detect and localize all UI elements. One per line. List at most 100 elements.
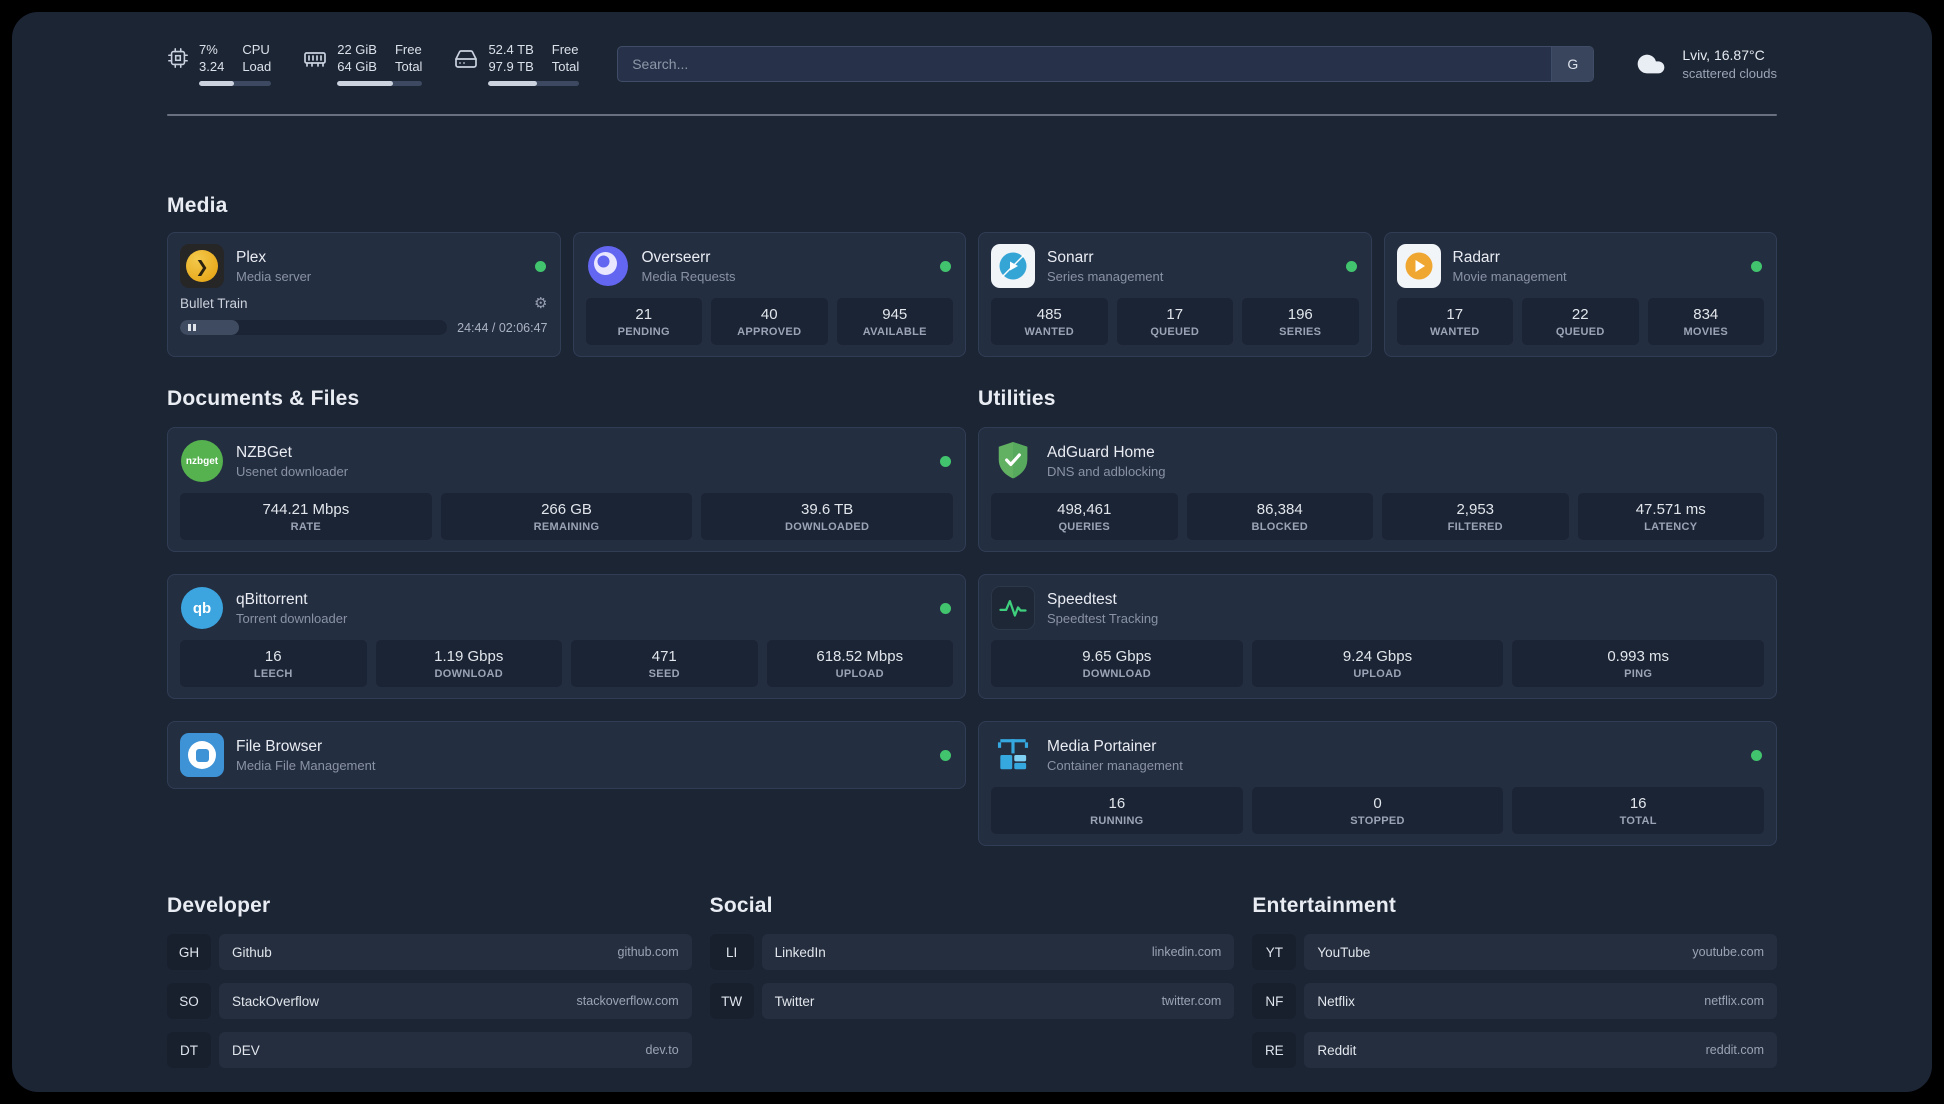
service-name: Radarr [1452, 248, 1500, 266]
search-provider-button[interactable]: G [1551, 47, 1594, 81]
section-media: Media ❯ Plex Media server Bullet Train ⚙… [167, 194, 1777, 357]
now-playing-widget: Bullet Train ⚙ 24:44 / 02:06:47 [180, 296, 548, 335]
radarr-icon [1396, 244, 1441, 288]
qbittorrent-icon: qb [180, 586, 224, 630]
service-description: Torrent downloader [236, 610, 348, 626]
stat-label: UPLOAD [835, 668, 884, 680]
stat-label: WANTED [1024, 326, 1074, 338]
stat-value: 16 [1108, 795, 1126, 812]
stat-value: 16 [264, 648, 282, 665]
stat-download: 9.65 Gbps DOWNLOAD [991, 640, 1243, 687]
cpu-usage: 7% [199, 41, 218, 57]
stat-label: DOWNLOADED [785, 521, 870, 533]
service-description: Speedtest Tracking [1047, 610, 1159, 626]
service-card-sonarr[interactable]: Sonarr Series management 485 WANTED 17 Q… [978, 232, 1372, 357]
stat-upload: 618.52 Mbps UPLOAD [766, 640, 953, 687]
service-card-overseerr[interactable]: Overseerr Media Requests 21 PENDING 40 A… [572, 232, 966, 357]
memory-free: 22 GiB [337, 41, 377, 57]
stat-series: 196 SERIES [1242, 298, 1359, 345]
service-card-radarr[interactable]: Radarr Movie management 17 WANTED 22 QUE… [1383, 232, 1777, 357]
stat-label: SEED [648, 668, 680, 680]
service-card-plex[interactable]: ❯ Plex Media server Bullet Train ⚙ 24:44… [167, 232, 561, 357]
service-description: Media server [236, 268, 312, 284]
bookmark-stackoverflow[interactable]: SO StackOverflow stackoverflow.com [167, 983, 692, 1019]
bookmark-netflix[interactable]: NF Netflix netflix.com [1252, 983, 1777, 1019]
stat-value: 471 [651, 648, 677, 665]
bookmark-abbr: LI [709, 934, 754, 970]
service-description: DNS and adblocking [1047, 463, 1166, 479]
stat-queued: 17 QUEUED [1116, 298, 1233, 345]
stat-blocked: 86,384 BLOCKED [1186, 493, 1373, 540]
stat-queued: 22 QUEUED [1522, 298, 1639, 345]
stat-label: WANTED [1430, 326, 1480, 338]
cpu-label-top: CPU [242, 41, 270, 57]
stat-seed: 471 SEED [571, 640, 758, 687]
search-input[interactable] [618, 47, 1552, 81]
bookmark-domain: reddit.com [1705, 1043, 1764, 1057]
weather-widget: Lviv, 16.87°C scattered clouds [1632, 46, 1777, 82]
bookmark-linkedin[interactable]: LI LinkedIn linkedin.com [709, 934, 1235, 970]
bookmark-domain: github.com [617, 945, 679, 959]
status-dot [940, 602, 951, 614]
pause-icon[interactable] [188, 324, 191, 331]
cloud-icon [1632, 48, 1670, 80]
bookmark-domain: stackoverflow.com [576, 994, 679, 1008]
bookmark-name: YouTube [1317, 944, 1371, 960]
bookmark-dev[interactable]: DT DEV dev.to [167, 1032, 692, 1068]
service-name: NZBGet [236, 443, 292, 461]
stat-label: DOWNLOAD [1082, 668, 1152, 680]
stat-label: AVAILABLE [862, 326, 927, 338]
service-card-adguard[interactable]: AdGuard Home DNS and adblocking 498,461 … [978, 427, 1777, 552]
bookmark-reddit[interactable]: RE Reddit reddit.com [1252, 1032, 1777, 1068]
service-card-portainer[interactable]: Media Portainer Container management 16 … [978, 721, 1777, 846]
stat-label: REMAINING [533, 521, 600, 533]
stat-value: 1.19 Gbps [434, 648, 504, 665]
stat-value: 86,384 [1256, 501, 1303, 518]
service-card-speedtest[interactable]: Speedtest Speedtest Tracking 9.65 Gbps D… [978, 574, 1777, 699]
bookmark-youtube[interactable]: YT YouTube youtube.com [1252, 934, 1777, 970]
section-title-entertainment: Entertainment [1252, 894, 1397, 917]
stat-rate: 744.21 Mbps RATE [180, 493, 432, 540]
service-name: qBittorrent [236, 590, 308, 608]
stat-filtered: 2,953 FILTERED [1382, 493, 1569, 540]
bookmarks-developer: Developer GH Github github.com SO StackO… [167, 894, 692, 1068]
disk-free: 52.4 TB [488, 41, 534, 57]
service-name: Plex [236, 248, 267, 266]
section-title-utilities: Utilities [978, 387, 1056, 410]
stat-label: LATENCY [1644, 521, 1698, 533]
service-description: Media Requests [641, 268, 736, 284]
stat-latency: 47.571 ms LATENCY [1577, 493, 1764, 540]
stat-value: 17 [1166, 306, 1184, 323]
stat-label: QUEUED [1150, 326, 1200, 338]
bookmark-name: DEV [232, 1042, 260, 1058]
stat-label: DOWNLOAD [434, 668, 503, 680]
service-card-filebrowser[interactable]: File Browser Media File Management [167, 721, 966, 789]
stat-value: 21 [635, 306, 653, 323]
playback-progress-bar[interactable] [180, 320, 448, 335]
service-card-nzbget[interactable]: nzbget NZBGet Usenet downloader 744.21 M… [167, 427, 966, 552]
service-card-qbittorrent[interactable]: qb qBittorrent Torrent downloader 16 LEE… [167, 574, 966, 699]
gear-icon[interactable]: ⚙ [534, 296, 547, 311]
status-dot [940, 749, 951, 761]
stat-label: UPLOAD [1353, 668, 1402, 680]
bookmark-twitter[interactable]: TW Twitter twitter.com [709, 983, 1235, 1019]
bookmark-name: Reddit [1317, 1042, 1357, 1058]
stat-pending: 21 PENDING [585, 298, 702, 345]
cpu-progress-bar [199, 81, 272, 87]
stat-label: BLOCKED [1251, 521, 1308, 533]
stat-value: 485 [1036, 306, 1062, 323]
stat-total: 16 TOTAL [1512, 787, 1765, 834]
divider [167, 114, 1777, 116]
service-description: Container management [1047, 757, 1183, 773]
bookmark-domain: linkedin.com [1151, 945, 1222, 959]
service-description: Media File Management [236, 757, 376, 773]
stat-label: APPROVED [737, 326, 802, 338]
weather-location: Lviv, 16.87°C [1682, 46, 1765, 63]
bookmark-github[interactable]: GH Github github.com [167, 934, 692, 970]
playback-time: 24:44 / 02:06:47 [457, 320, 548, 335]
bookmark-domain: dev.to [645, 1043, 679, 1057]
section-title-media: Media [167, 194, 228, 217]
section-utilities: Utilities AdGuard Home DNS and adblockin… [978, 387, 1777, 846]
bookmark-abbr: TW [709, 983, 754, 1019]
stat-label: QUEUED [1555, 326, 1605, 338]
